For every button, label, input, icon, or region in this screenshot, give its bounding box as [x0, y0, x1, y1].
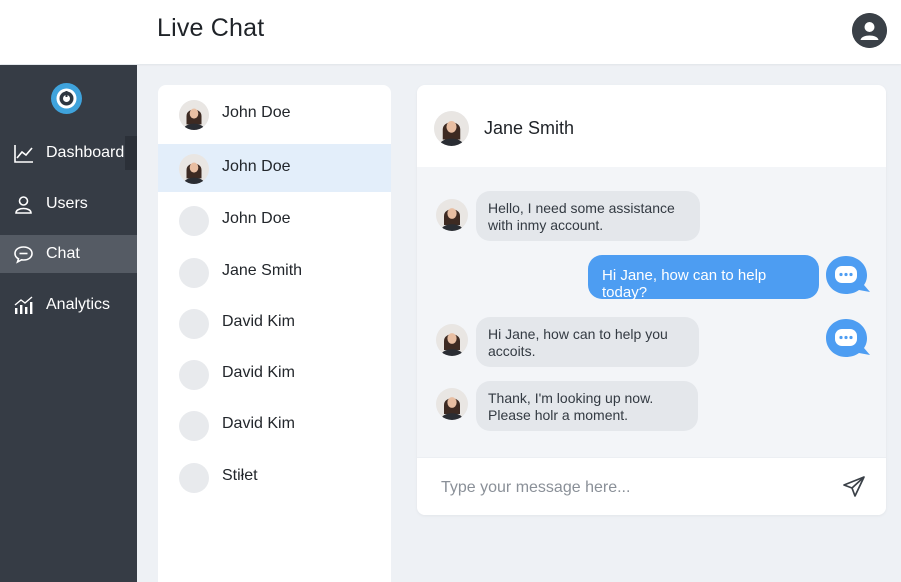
- page-title: Live Chat: [157, 14, 265, 42]
- sidebar-item-users[interactable]: Users: [0, 185, 137, 223]
- message-avatar: [436, 388, 468, 420]
- contact-name: David Kim: [222, 415, 295, 432]
- message-avatar: [436, 199, 468, 231]
- app-logo-icon[interactable]: [50, 82, 83, 115]
- sidebar-item-dashboard[interactable]: Dashboard: [0, 134, 137, 172]
- contact-list: John Doe John Doe John Doe Jane Smith David …: [158, 85, 391, 582]
- chat-panel: Jane Smith Hello, I need some assistance…: [417, 85, 886, 515]
- message-input[interactable]: [439, 472, 823, 504]
- message-bubble-incoming: Hello, I need some assistance with inmy …: [476, 191, 700, 241]
- message-bubble-outgoing: Hi Jane, how can to help today?: [588, 255, 819, 301]
- user-account-icon[interactable]: [852, 13, 887, 48]
- contact-item[interactable]: David Kim: [158, 299, 391, 347]
- contact-item[interactable]: David Kim: [158, 401, 391, 449]
- message-composer: [417, 457, 886, 515]
- contact-avatar: [179, 309, 209, 339]
- sidebar-item-analytics[interactable]: Analytics: [0, 286, 137, 324]
- contact-item[interactable]: John Doe: [158, 144, 391, 192]
- contact-avatar: [434, 111, 469, 146]
- line-chart-icon: [13, 143, 34, 164]
- chat-contact-name: Jane Smith: [484, 118, 575, 138]
- top-header: Live Chat: [0, 0, 901, 64]
- contact-name: John Doe: [222, 210, 291, 227]
- sidebar-item-chat[interactable]: Chat: [0, 235, 137, 273]
- send-icon[interactable]: [841, 474, 867, 500]
- contact-avatar: [179, 258, 209, 288]
- sidebar-item-label: Chat: [46, 245, 80, 262]
- contact-item[interactable]: John Doe: [158, 90, 391, 138]
- contact-avatar: [179, 100, 209, 130]
- message-chat-icon: [825, 254, 871, 298]
- contact-avatar: [179, 154, 209, 184]
- sidebar-item-label: Analytics: [46, 296, 111, 313]
- contact-item[interactable]: Stiłet: [158, 453, 391, 501]
- contact-avatar: [179, 206, 209, 236]
- contact-item[interactable]: David Kim: [158, 350, 391, 398]
- contact-name: Jane Smith: [222, 262, 303, 279]
- sidebar-item-label: Users: [46, 195, 88, 212]
- chat-header: Jane Smith: [417, 85, 886, 167]
- contact-name: David Kim: [222, 364, 295, 381]
- contact-item[interactable]: Jane Smith: [158, 248, 391, 296]
- sidebar-item-label: Dashboard: [46, 144, 125, 161]
- contact-avatar: [179, 360, 209, 390]
- contact-name: John Doe: [222, 104, 291, 121]
- chat-bubble-icon: [13, 244, 34, 265]
- message-bubble-incoming: Hi Jane, how can to help you accoits.: [476, 317, 699, 367]
- contact-name: Stiłet: [222, 467, 258, 484]
- contact-name: John Doe: [222, 158, 291, 175]
- message-avatar: [436, 324, 468, 356]
- message-bubble-incoming: Thank, I'm looking up now. Please holr a…: [476, 381, 698, 431]
- contact-name: David Kim: [222, 313, 295, 330]
- contact-item[interactable]: John Doe: [158, 196, 391, 244]
- message-chat-icon: [825, 317, 871, 361]
- user-icon: [13, 194, 34, 215]
- contact-avatar: [179, 411, 209, 441]
- bar-chart-icon: [13, 295, 34, 316]
- contact-avatar: [179, 463, 209, 493]
